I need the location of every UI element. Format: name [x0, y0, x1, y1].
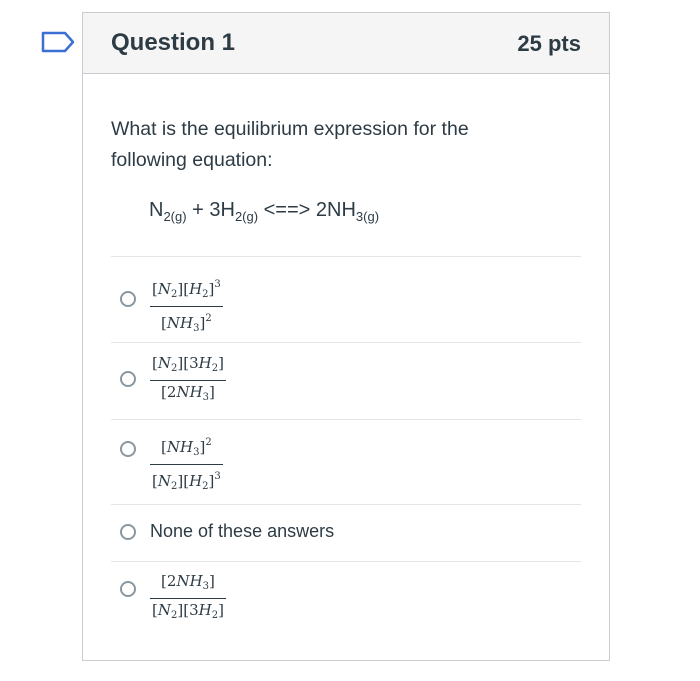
radio-button-icon[interactable]: [120, 441, 136, 457]
question-points: 25 pts: [517, 31, 581, 56]
fraction-bar: [150, 380, 226, 381]
answer-option[interactable]: [2NH3] [N2][3H2]: [111, 561, 581, 642]
answer-label: None of these answers: [150, 521, 335, 541]
answer-fraction: [NH3]2 [N2][H2]3: [150, 432, 223, 497]
question-card: Question 1 25 pts What is the equilibriu…: [82, 12, 610, 661]
answer-list: [N2][H2]3 [NH3]2 [N2][3H2] [2NH3] [NH3]2…: [111, 256, 581, 642]
fraction-numerator: [N2][3H2]: [152, 354, 224, 374]
equation-n: N: [149, 199, 164, 221]
question-text: What is the equilibrium expression for t…: [111, 118, 469, 171]
question-header: Question 1 25 pts: [83, 13, 609, 74]
fraction-bar: [150, 598, 226, 599]
equation-plus: + 3H: [186, 199, 235, 221]
question-title: Question 1: [111, 29, 236, 56]
fraction-bar: [150, 306, 223, 307]
fraction-denominator: [2NH3]: [161, 383, 215, 403]
answer-option[interactable]: None of these answers: [111, 504, 581, 561]
fraction-denominator: [NH3]2: [161, 313, 212, 334]
equation-n-sub: 2(g): [163, 209, 187, 224]
radio-button-icon[interactable]: [120, 581, 136, 597]
answer-option[interactable]: [N2][3H2] [2NH3]: [111, 342, 581, 419]
answer-option[interactable]: [NH3]2 [N2][H2]3: [111, 419, 581, 504]
fraction-denominator: [N2][H2]3: [152, 471, 221, 492]
fraction-numerator: [N2][H2]3: [152, 279, 221, 300]
equation-h-sub: 2(g): [234, 209, 259, 224]
equation-nh-sub: 3(g): [355, 209, 380, 224]
equation-arrow: <==> 2NH: [258, 199, 356, 221]
fraction-denominator: [N2][3H2]: [152, 601, 224, 621]
answer-option[interactable]: [N2][H2]3 [NH3]2: [111, 256, 581, 342]
radio-button-icon[interactable]: [120, 291, 136, 307]
fraction-bar: [150, 464, 223, 465]
fraction-numerator: [NH3]2: [161, 437, 212, 458]
radio-button-icon[interactable]: [120, 371, 136, 387]
radio-button-icon[interactable]: [120, 524, 136, 540]
flag-question-icon[interactable]: [41, 31, 75, 53]
fraction-numerator: [2NH3]: [161, 572, 215, 592]
answer-fraction: [2NH3] [N2][3H2]: [150, 571, 226, 626]
answer-fraction: [N2][3H2] [2NH3]: [150, 353, 226, 408]
chemical-equation: N2(g) + 3H2(g) <==> 2NH3(g): [149, 199, 379, 224]
answer-fraction: [N2][H2]3 [NH3]2: [150, 274, 223, 339]
